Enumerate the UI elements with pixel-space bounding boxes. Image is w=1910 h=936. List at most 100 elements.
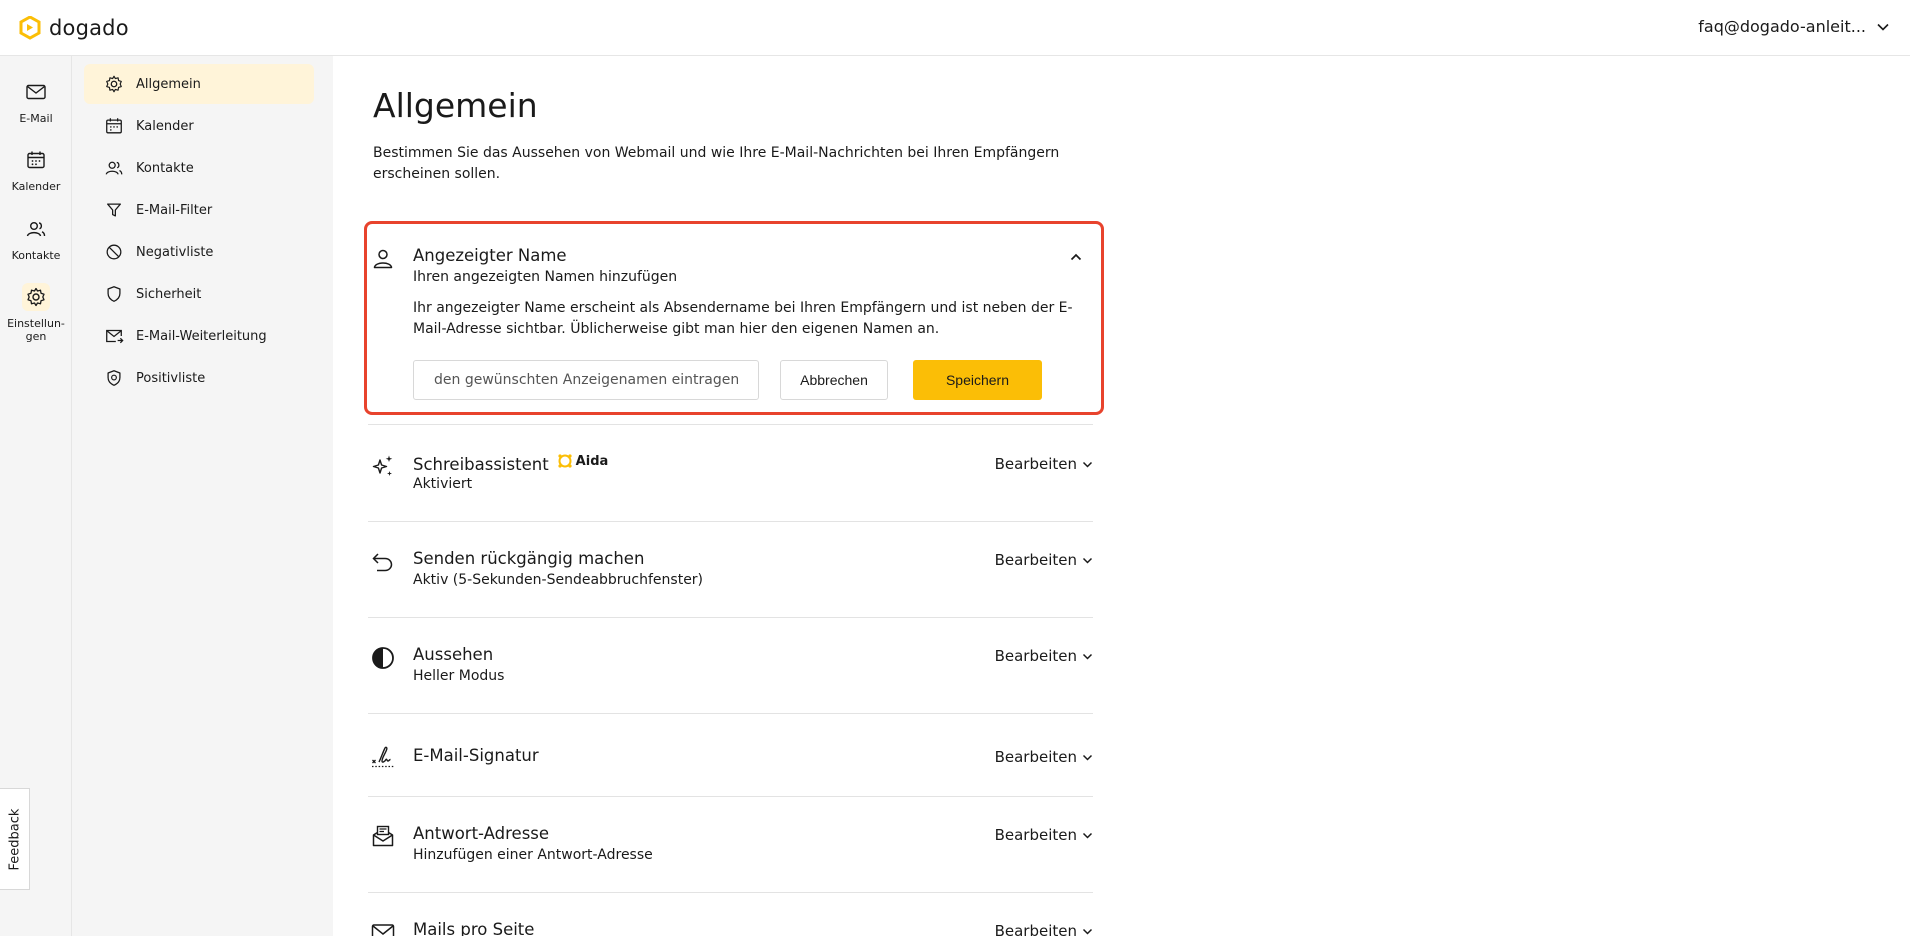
- rail-item-contacts[interactable]: Kontakte: [0, 215, 72, 262]
- sparkle-icon: [370, 453, 396, 479]
- rail-item-calendar[interactable]: Kalender: [0, 146, 72, 193]
- section-subtitle: Heller Modus: [413, 668, 505, 684]
- feedback-tab[interactable]: Feedback: [0, 788, 30, 890]
- logo-text: dogado: [49, 16, 129, 40]
- section-title: Aussehen: [413, 645, 494, 664]
- edit-button[interactable]: Bearbeiten: [995, 826, 1093, 844]
- edit-button[interactable]: Bearbeiten: [995, 551, 1093, 569]
- edit-label: Bearbeiten: [994, 455, 1077, 473]
- chevron-down-icon: [1082, 754, 1093, 761]
- nav-item-sicherheit[interactable]: Sicherheit: [84, 274, 314, 314]
- section-reply-address: Antwort-Adresse Hinzufügen einer Antwort…: [368, 824, 1093, 874]
- nav-item-label: Sicherheit: [136, 286, 202, 302]
- main-content: Allgemein Bestimmen Sie das Aussehen von…: [333, 56, 1910, 936]
- nav-item-positivliste[interactable]: Positivliste: [84, 358, 314, 398]
- section-subtitle: Ihren angezeigten Namen hinzufügen: [413, 269, 678, 285]
- section-mails-per-page: Mails pro Seite Bearbeiten: [368, 920, 1093, 936]
- feedback-label: Feedback: [7, 808, 23, 870]
- edit-button[interactable]: Bearbeiten: [995, 922, 1093, 936]
- chevron-down-icon: [1082, 928, 1093, 935]
- account-email: faq@dogado-anleit...: [1698, 17, 1866, 36]
- dogado-logo-icon: [19, 16, 41, 40]
- divider: [368, 424, 1093, 425]
- settings-nav: Allgemein Kalender Kontakte E-Mail-Filte…: [72, 56, 333, 936]
- nav-item-kontakte[interactable]: Kontakte: [84, 148, 314, 188]
- mail-icon: [370, 920, 396, 936]
- nav-item-label: Kalender: [136, 118, 194, 134]
- section-title: Mails pro Seite: [413, 920, 535, 936]
- chevron-down-icon: [1082, 557, 1093, 564]
- filter-icon: [107, 203, 121, 217]
- gear-icon: [106, 75, 122, 93]
- person-icon: [370, 246, 396, 272]
- divider: [368, 521, 1093, 522]
- nav-item-email-weiterleitung[interactable]: E-Mail-Weiterleitung: [84, 316, 314, 356]
- rail-label: Einstellun-gen: [7, 317, 65, 343]
- block-icon: [106, 244, 122, 260]
- rail-label: E-Mail: [19, 112, 53, 125]
- top-bar: dogado faq@dogado-anleit...: [0, 0, 1910, 56]
- chevron-down-icon: [1082, 461, 1093, 468]
- section-title: Angezeigter Name: [413, 246, 567, 265]
- divider: [368, 713, 1093, 714]
- mail-forward-icon: [106, 329, 124, 344]
- chevron-up-icon[interactable]: [1067, 248, 1085, 266]
- edit-label: Bearbeiten: [994, 647, 1077, 665]
- section-explanation: Ihr angezeigter Name erscheint als Absen…: [413, 300, 1073, 337]
- nav-item-label: E-Mail-Filter: [136, 202, 213, 218]
- section-title: E-Mail-Signatur: [413, 746, 539, 765]
- section-title: Antwort-Adresse: [413, 824, 550, 843]
- contrast-icon: [370, 645, 396, 671]
- page-title: Allgemein: [373, 86, 538, 125]
- section-signature: E-Mail-Signatur Bearbeiten: [368, 746, 1093, 786]
- rail-label: Kontakte: [11, 249, 61, 262]
- edit-button[interactable]: Bearbeiten: [995, 748, 1093, 766]
- section-title-text: Schreibassistent: [413, 455, 549, 474]
- display-name-input[interactable]: [413, 360, 759, 400]
- section-subtitle: Hinzufügen einer Antwort-Adresse: [413, 847, 653, 863]
- account-menu[interactable]: faq@dogado-anleit...: [1698, 17, 1890, 36]
- section-appearance: Aussehen Heller Modus Bearbeiten: [368, 645, 1093, 695]
- chevron-down-icon: [1877, 23, 1889, 31]
- contacts-icon: [105, 161, 123, 175]
- chevron-down-icon: [1082, 653, 1093, 660]
- gear-icon: [27, 287, 45, 307]
- calendar-icon: [27, 151, 45, 169]
- section-display-name: Angezeigter Name Ihren angezeigten Namen…: [368, 246, 1093, 406]
- section-schreibassistent: Schreibassistent Aida Aktiviert Bearbeite…: [368, 453, 1093, 503]
- section-subtitle: Aktiv (5-Sekunden-Sendeabbruchfenster): [413, 572, 704, 588]
- edit-label: Bearbeiten: [994, 826, 1077, 844]
- edit-button[interactable]: Bearbeiten: [995, 647, 1093, 665]
- mail-icon: [26, 84, 46, 100]
- edit-button[interactable]: Bearbeiten: [995, 455, 1093, 473]
- chevron-down-icon: [1082, 832, 1093, 839]
- section-title: Senden rückgängig machen: [413, 549, 645, 568]
- save-button[interactable]: Speichern: [913, 360, 1042, 400]
- undo-icon: [370, 549, 396, 575]
- nav-item-email-filter[interactable]: E-Mail-Filter: [84, 190, 314, 230]
- shield-check-icon: [107, 370, 121, 386]
- edit-label: Bearbeiten: [994, 551, 1077, 569]
- nav-item-label: Allgemein: [136, 76, 201, 92]
- aida-logo-icon: [558, 454, 572, 468]
- rail-label: Kalender: [11, 180, 61, 193]
- reply-mailbox-icon: [370, 824, 396, 850]
- dogado-logo[interactable]: dogado: [19, 16, 129, 40]
- shield-icon: [107, 286, 121, 302]
- rail-item-settings[interactable]: Einstellun-gen: [0, 283, 72, 343]
- edit-label: Bearbeiten: [994, 922, 1077, 936]
- contacts-icon: [26, 221, 46, 237]
- nav-item-allgemein[interactable]: Allgemein: [84, 64, 314, 104]
- nav-item-kalender[interactable]: Kalender: [84, 106, 314, 146]
- page-description: Bestimmen Sie das Aussehen von Webmail u…: [373, 145, 1060, 182]
- divider: [368, 892, 1093, 893]
- nav-item-label: E-Mail-Weiterleitung: [136, 328, 267, 344]
- nav-item-negativliste[interactable]: Negativliste: [84, 232, 314, 272]
- calendar-icon: [106, 118, 122, 134]
- rail-item-email[interactable]: E-Mail: [0, 78, 72, 125]
- aida-badge: Aida: [557, 453, 608, 469]
- cancel-button[interactable]: Abbrechen: [780, 360, 888, 400]
- nav-item-label: Positivliste: [136, 370, 206, 386]
- section-undo-send: Senden rückgängig machen Aktiv (5-Sekund…: [368, 549, 1093, 599]
- divider: [368, 796, 1093, 797]
